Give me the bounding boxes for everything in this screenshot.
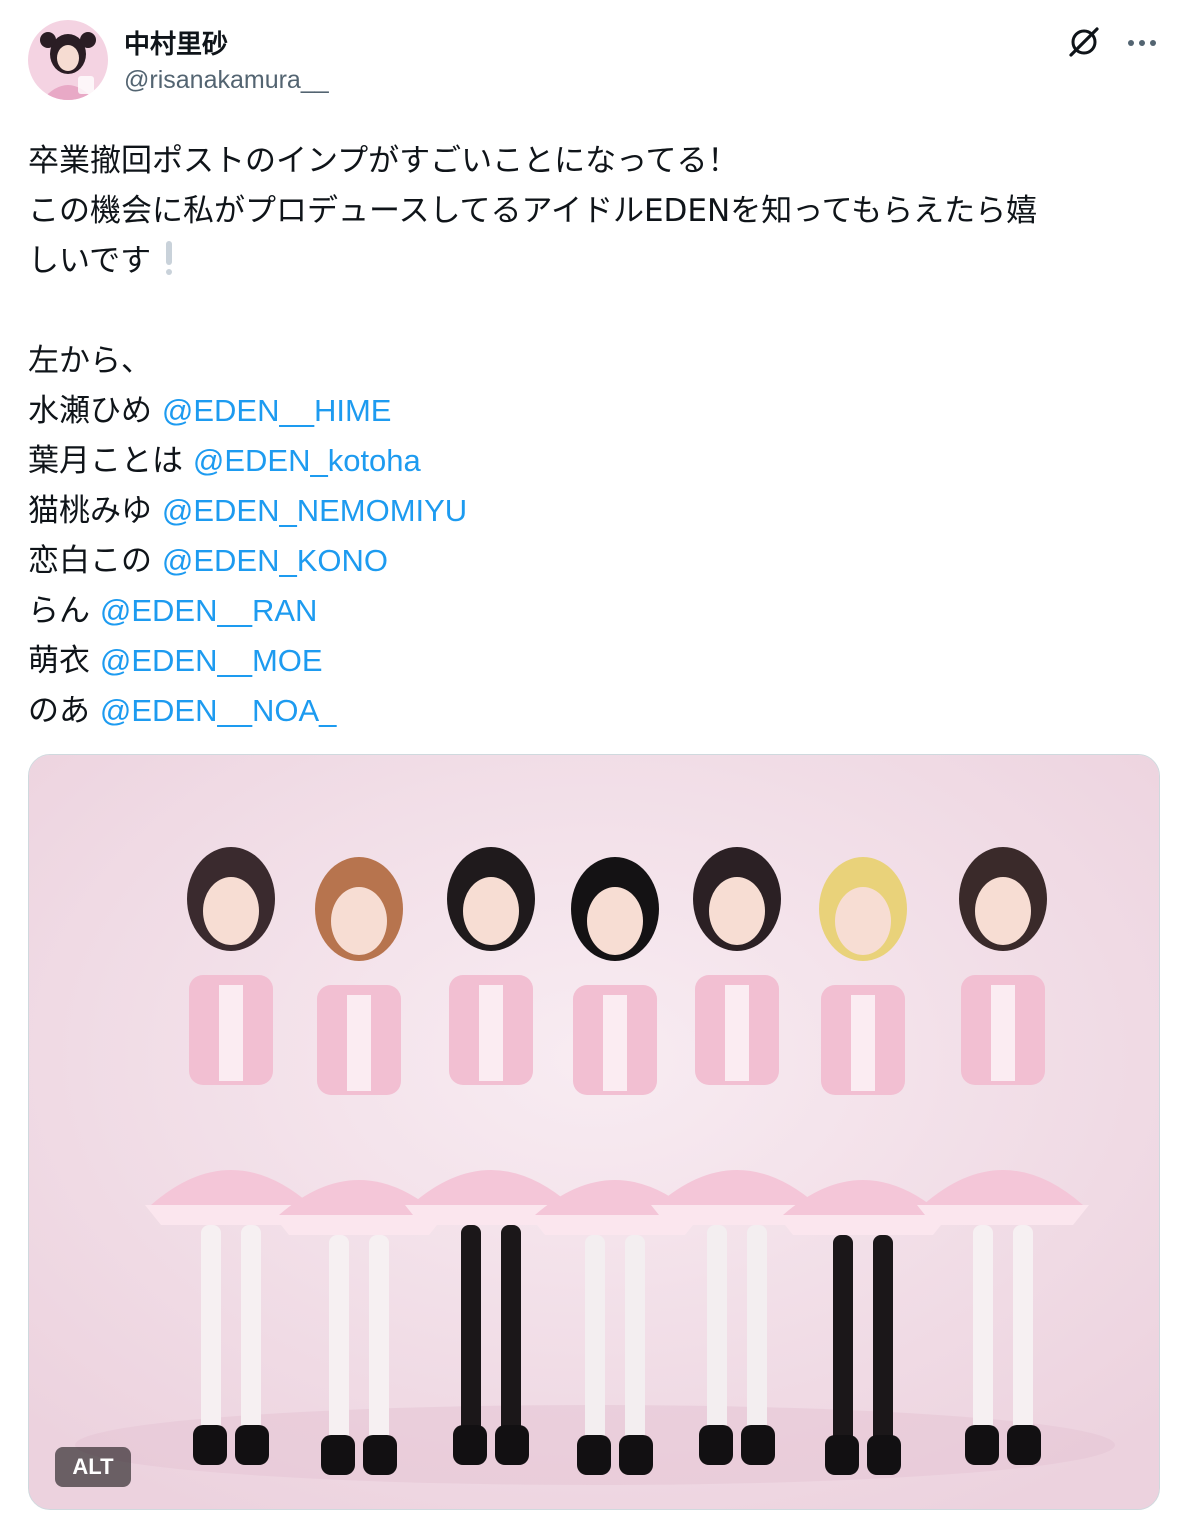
lace-panel [991, 985, 1015, 1081]
leg-shape [201, 1225, 221, 1435]
intro-line: 左から、 [28, 343, 152, 379]
member-line: のあ @EDEN__NOA_ [28, 686, 1162, 736]
boot-shape [867, 1435, 901, 1475]
boot-shape [699, 1425, 733, 1465]
boot-shape [193, 1425, 227, 1465]
boot-shape [363, 1435, 397, 1475]
member-name: のあ [28, 693, 90, 729]
post-image[interactable]: ALT [28, 754, 1160, 1510]
post-text-line-content: しいです [28, 243, 152, 279]
skirt-frill [917, 1205, 1089, 1225]
face-shape [835, 887, 891, 955]
lace-panel [479, 985, 503, 1081]
member-name: 恋白この [28, 543, 152, 579]
leg-shape [241, 1225, 261, 1435]
face-shape [709, 877, 765, 945]
face-shape [331, 887, 387, 955]
leg-shape [1013, 1225, 1033, 1435]
mention-link[interactable]: @EDEN_KONO [162, 543, 388, 578]
leg-shape [873, 1235, 893, 1445]
boot-shape [965, 1425, 999, 1465]
face-shape [463, 877, 519, 945]
member-name: 猫桃みゆ [28, 493, 152, 529]
leg-shape [585, 1235, 605, 1445]
member-line: 猫桃みゆ @EDEN_NEMOMIYU [28, 486, 1162, 536]
member-line: 水瀬ひめ @EDEN__HIME [28, 386, 1162, 436]
skirt-frill [777, 1215, 949, 1235]
member-line: 葉月ことは @EDEN_kotoha [28, 436, 1162, 486]
post-text: 卒業撤回ポストのインプがすごいことになってる！ この機会に私がプロデュースしてる… [28, 136, 1162, 736]
mention-link[interactable]: @EDEN__NOA_ [100, 693, 337, 728]
post-text-line: しいです [28, 236, 1162, 286]
white-exclamation-emoji-icon [165, 241, 173, 275]
avatar[interactable] [28, 20, 108, 100]
mention-link[interactable]: @EDEN_kotoha [193, 443, 421, 478]
member-name: 水瀬ひめ [28, 393, 152, 429]
mention-link[interactable]: @EDEN__RAN [100, 593, 318, 628]
author-handle[interactable]: @risanakamura__ [124, 66, 329, 95]
boot-shape [321, 1435, 355, 1475]
boot-shape [235, 1425, 269, 1465]
lace-panel [347, 995, 371, 1091]
face-shape [203, 877, 259, 945]
boot-shape [1007, 1425, 1041, 1465]
post-text-line: 卒業撤回ポストのインプがすごいことになってる！ [28, 143, 739, 179]
alt-text-button[interactable]: ALT [55, 1447, 131, 1487]
boot-shape [619, 1435, 653, 1475]
mention-link[interactable]: @EDEN__HIME [162, 393, 392, 428]
grok-icon[interactable] [1064, 22, 1104, 62]
leg-shape [833, 1235, 853, 1445]
face-shape [587, 887, 643, 955]
boot-shape [577, 1435, 611, 1475]
mention-link[interactable]: @EDEN_NEMOMIYU [162, 493, 467, 528]
leg-shape [501, 1225, 521, 1435]
post-text-line: この機会に私がプロデュースしてるアイドルEDENを知ってもらえたら嬉 [28, 193, 1038, 229]
leg-shape [625, 1235, 645, 1445]
member-line: らん @EDEN__RAN [28, 586, 1162, 636]
lace-panel [219, 985, 243, 1081]
boot-shape [453, 1425, 487, 1465]
lace-panel [603, 995, 627, 1091]
leg-shape [461, 1225, 481, 1435]
leg-shape [973, 1225, 993, 1435]
lace-panel [725, 985, 749, 1081]
member-name: 萌衣 [28, 643, 90, 679]
leg-shape [707, 1225, 727, 1435]
boot-shape [825, 1435, 859, 1475]
group-photo [29, 755, 1159, 1509]
leg-shape [329, 1235, 349, 1445]
member-line: 恋白この @EDEN_KONO [28, 536, 1162, 586]
member-name: 葉月ことは [28, 443, 183, 479]
mention-link[interactable]: @EDEN__MOE [100, 643, 323, 678]
author-display-name[interactable]: 中村里砂 [124, 24, 228, 61]
face-shape [975, 877, 1031, 945]
boot-shape [495, 1425, 529, 1465]
leg-shape [369, 1235, 389, 1445]
boot-shape [741, 1425, 775, 1465]
lace-panel [851, 995, 875, 1091]
more-horizontal-icon[interactable] [1122, 22, 1162, 62]
post-header: 中村里砂 @risanakamura__ [28, 18, 1162, 104]
member-line: 萌衣 @EDEN__MOE [28, 636, 1162, 686]
leg-shape [747, 1225, 767, 1435]
member-name: らん [28, 593, 90, 629]
